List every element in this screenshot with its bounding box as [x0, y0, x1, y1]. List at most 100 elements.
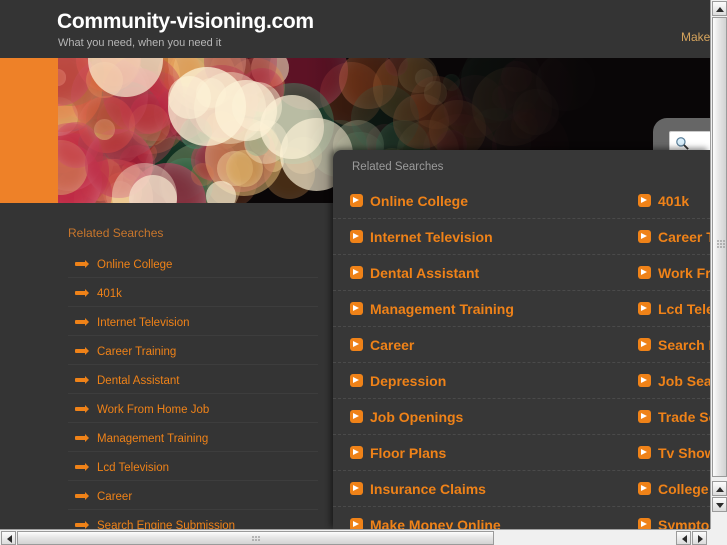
overlay-link-job-openings[interactable]: Job Openings — [350, 399, 650, 435]
chevron-right-icon — [350, 446, 363, 459]
chevron-right-icon — [350, 194, 363, 207]
scroll-down-button-upper[interactable] — [712, 481, 727, 496]
overlay-link-label: Floor Plans — [370, 445, 447, 461]
sidebar-item-label: Lcd Television — [97, 462, 170, 474]
triangle-down-icon — [716, 503, 724, 508]
overlay-link-career[interactable]: Career — [350, 327, 650, 363]
sidebar-item-label: 401k — [97, 288, 122, 300]
overlay-link-career-training[interactable]: Career Training — [638, 219, 710, 255]
overlay-link-401k[interactable]: 401k — [638, 183, 710, 219]
overlay-link-label: Make Money Online — [370, 517, 501, 529]
overlay-link-tv-shows[interactable]: Tv Shows — [638, 435, 710, 471]
overlay-link-search-engine-submission[interactable]: Search Engine Submission — [638, 327, 710, 363]
chevron-right-icon — [350, 338, 363, 351]
sidebar-item-career-training[interactable]: Career Training — [68, 336, 318, 365]
sidebar-item-401k[interactable]: 401k — [68, 278, 318, 307]
sidebar-item-management-training[interactable]: Management Training — [68, 423, 318, 452]
horizontal-scroll-thumb[interactable] — [17, 531, 494, 545]
overlay-row: Internet Television Career Training — [333, 219, 710, 255]
sidebar-item-label: Search Engine Submission — [97, 520, 236, 529]
overlay-link-symptoms[interactable]: Symptoms — [638, 507, 710, 529]
sidebar-item-lcd-television[interactable]: Lcd Television — [68, 452, 318, 481]
overlay-link-floor-plans[interactable]: Floor Plans — [350, 435, 650, 471]
overlay-link-grid: Online College 401k Internet Television … — [333, 183, 710, 529]
overlay-link-internet-television[interactable]: Internet Television — [350, 219, 650, 255]
header-nav-label: Make Money Online — [681, 30, 710, 44]
overlay-link-label: Dental Assistant — [370, 265, 480, 281]
scroll-up-button[interactable] — [712, 1, 727, 16]
overlay-link-label: Management Training — [370, 301, 514, 317]
overlay-row: Depression Job Search — [333, 363, 710, 399]
arrow-bullet-icon — [75, 463, 89, 471]
overlay-link-label: Internet Television — [370, 229, 493, 245]
chevron-right-icon — [638, 410, 651, 423]
overlay-link-label: Trade Schools — [658, 409, 710, 425]
chevron-right-icon — [350, 410, 363, 423]
overlay-row: Career Search Engine Submission — [333, 327, 710, 363]
related-searches-overlay: Related Searches Online College 401k Int… — [333, 150, 710, 529]
header-nav-link[interactable]: Make Money Online — [681, 30, 710, 44]
overlay-link-make-money-online[interactable]: Make Money Online — [350, 507, 650, 529]
scroll-left-button[interactable] — [1, 531, 16, 545]
overlay-row: Insurance Claims College Degrees — [333, 471, 710, 507]
arrow-bullet-icon — [75, 347, 89, 355]
sidebar-item-label: Dental Assistant — [97, 375, 180, 387]
arrow-bullet-icon — [75, 434, 89, 442]
overlay-link-depression[interactable]: Depression — [350, 363, 650, 399]
page-viewport: Community-visioning.com What you need, w… — [0, 0, 710, 529]
chevron-right-icon — [350, 302, 363, 315]
vertical-scrollbar[interactable] — [710, 0, 727, 529]
overlay-link-management-training[interactable]: Management Training — [350, 291, 650, 327]
chevron-right-icon — [638, 374, 651, 387]
overlay-link-insurance-claims[interactable]: Insurance Claims — [350, 471, 650, 507]
overlay-link-trade-schools[interactable]: Trade Schools — [638, 399, 710, 435]
sidebar-item-internet-television[interactable]: Internet Television — [68, 307, 318, 336]
overlay-link-label: Search Engine Submission — [658, 337, 710, 353]
overlay-link-lcd-television[interactable]: Lcd Television — [638, 291, 710, 327]
sidebar-item-work-from-home-job[interactable]: Work From Home Job — [68, 394, 318, 423]
overlay-heading: Related Searches — [352, 161, 444, 173]
sidebar-item-dental-assistant[interactable]: Dental Assistant — [68, 365, 318, 394]
sidebar-list: Online College 401k Internet Television … — [68, 249, 318, 529]
overlay-link-online-college[interactable]: Online College — [350, 183, 650, 219]
horizontal-scrollbar[interactable] — [0, 529, 710, 545]
overlay-link-label: Symptoms — [658, 517, 710, 529]
overlay-link-job-search[interactable]: Job Search — [638, 363, 710, 399]
chevron-right-icon — [638, 266, 651, 279]
chevron-right-icon — [350, 230, 363, 243]
triangle-left-icon — [682, 535, 687, 543]
scroll-right-button-left[interactable] — [676, 531, 691, 545]
scrollbar-corner — [710, 529, 727, 545]
scroll-down-button[interactable] — [712, 497, 727, 512]
site-title: Community-visioning.com — [57, 10, 314, 33]
sidebar-item-career[interactable]: Career — [68, 481, 318, 510]
overlay-link-college-degrees[interactable]: College Degrees — [638, 471, 710, 507]
overlay-row: Floor Plans Tv Shows — [333, 435, 710, 471]
arrow-bullet-icon — [75, 318, 89, 326]
triangle-left-icon — [7, 535, 12, 543]
chevron-right-icon — [350, 374, 363, 387]
chevron-right-icon — [638, 482, 651, 495]
overlay-link-label: Tv Shows — [658, 445, 710, 461]
chevron-right-icon — [638, 338, 651, 351]
chevron-right-icon — [638, 194, 651, 207]
overlay-link-dental-assistant[interactable]: Dental Assistant — [350, 255, 650, 291]
overlay-row: Make Money Online Symptoms — [333, 507, 710, 529]
vertical-scroll-thumb[interactable] — [712, 17, 727, 477]
overlay-row: Online College 401k — [333, 183, 710, 219]
overlay-link-work-from-home-job[interactable]: Work From Home Job — [638, 255, 710, 291]
site-tagline: What you need, when you need it — [58, 37, 222, 49]
chevron-right-icon — [350, 518, 363, 529]
overlay-row: Job Openings Trade Schools — [333, 399, 710, 435]
arrow-bullet-icon — [75, 289, 89, 297]
sidebar-item-label: Career — [97, 491, 133, 503]
scroll-right-button[interactable] — [692, 531, 707, 545]
chevron-right-icon — [638, 518, 651, 529]
overlay-link-label: Depression — [370, 373, 447, 389]
chevron-right-icon — [638, 302, 651, 315]
chevron-right-icon — [638, 230, 651, 243]
scroll-thumb-grip — [252, 536, 260, 543]
overlay-link-label: 401k — [658, 193, 690, 209]
sidebar-item-online-college[interactable]: Online College — [68, 249, 318, 278]
sidebar-item-search-engine-submission[interactable]: Search Engine Submission — [68, 510, 318, 529]
